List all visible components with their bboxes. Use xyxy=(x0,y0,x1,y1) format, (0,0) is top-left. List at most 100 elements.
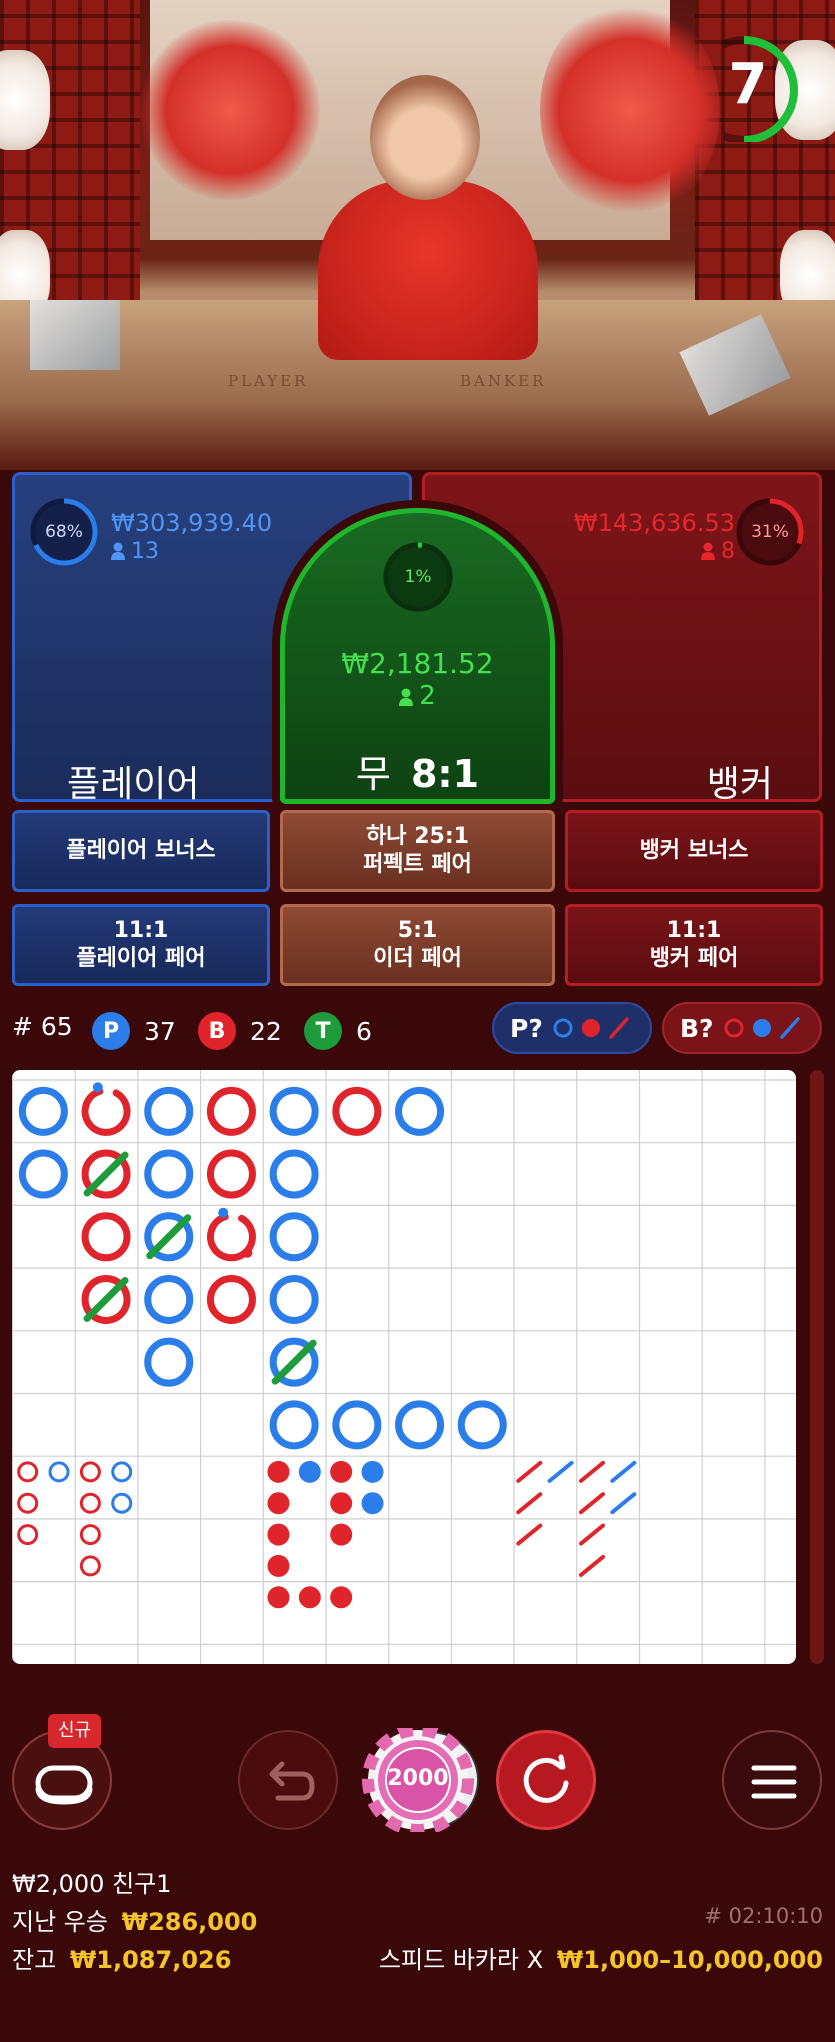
either-pair-button[interactable]: 5:1 이더 페어 xyxy=(280,904,555,986)
player-predict-icons xyxy=(553,1017,629,1039)
tie-label-text: 무 xyxy=(355,752,391,796)
balance: 잔고 ₩1,087,026 xyxy=(12,1940,231,1975)
banker-predict-button[interactable]: B? xyxy=(662,1002,822,1054)
dealer-head xyxy=(370,75,480,200)
blossom-left xyxy=(140,20,320,200)
player-pair-odds: 11:1 xyxy=(113,918,169,943)
round-count: # 65 xyxy=(12,1012,73,1041)
perfect-pair-button[interactable]: 하나 25:1 퍼펙트 페어 xyxy=(280,810,555,892)
either-pair-odds: 5:1 xyxy=(397,918,438,943)
tie-payout: 8:1 xyxy=(410,752,480,796)
cockroach-road-mark xyxy=(547,1460,574,1483)
banker-percent-ring: 31% xyxy=(735,497,805,567)
banker-percent: 31% xyxy=(751,522,789,542)
small-road-mark xyxy=(298,1460,321,1483)
player-pair-label: 플레이어 페어 xyxy=(76,946,206,971)
big-road-mark xyxy=(206,1149,256,1199)
big-road-mark xyxy=(18,1149,68,1199)
tie-bet-spot[interactable]: 1% ₩2,181.52 2 무 8:1 xyxy=(280,508,555,804)
table-banker-text: BANKER xyxy=(460,372,547,390)
player-bettor-number: 13 xyxy=(131,539,159,564)
current-bet-info: ₩2,000 친구1 xyxy=(12,1870,172,1898)
scoreboard-scrollbar[interactable] xyxy=(810,1070,824,1664)
player-wins-stat: P 37 xyxy=(92,1012,176,1050)
last-win-value: ₩286,000 xyxy=(121,1908,258,1936)
person-icon xyxy=(399,688,414,706)
banker-pair-odds: 11:1 xyxy=(666,918,722,943)
perfect-pair-odds: 하나 25:1 xyxy=(366,824,469,849)
banker-pair-label: 뱅커 페어 xyxy=(649,946,739,971)
player-label: 플레이어 xyxy=(67,764,200,805)
big-road-pair-dot xyxy=(242,1247,253,1258)
player-total-bet: ₩303,939.40 xyxy=(111,509,273,537)
undo-button[interactable] xyxy=(238,1730,338,1830)
big-eye-road-mark xyxy=(79,1555,101,1577)
big-eye-road-mark xyxy=(17,1524,39,1546)
player-percent-ring: 68% xyxy=(29,497,99,567)
person-icon xyxy=(111,542,125,560)
big-road-mark xyxy=(269,1400,319,1450)
small-road-mark xyxy=(330,1586,353,1609)
banker-bonus-button[interactable]: 뱅커 보너스 xyxy=(565,810,823,892)
banker-pair-button[interactable]: 11:1 뱅커 페어 xyxy=(565,904,823,986)
big-road-mark xyxy=(395,1086,445,1136)
big-road-mark xyxy=(144,1149,194,1199)
big-eye-road-mark xyxy=(79,1461,101,1483)
tie-bettor-count: 2 xyxy=(285,681,550,711)
menu-button[interactable] xyxy=(722,1730,822,1830)
card-shoe xyxy=(30,300,120,370)
countdown-timer: 7 xyxy=(690,34,800,144)
repeat-icon xyxy=(523,1754,569,1803)
banker-predict-label: B? xyxy=(680,1013,714,1043)
last-win-label: 지난 우승 xyxy=(12,1908,108,1936)
big-road-mark xyxy=(144,1086,194,1136)
tie-percent-ring: 1% xyxy=(382,541,454,613)
player-wins-count: 37 xyxy=(144,1016,176,1046)
cockroach-road-mark xyxy=(578,1554,605,1577)
player-predict-button[interactable]: P? xyxy=(492,1002,652,1054)
big-eye-road-mark xyxy=(111,1461,133,1483)
banker-predict-icons xyxy=(724,1017,800,1039)
player-pair-button[interactable]: 11:1 플레이어 페어 xyxy=(12,904,270,986)
big-road-pair-dot xyxy=(92,1082,103,1093)
cockroach-road-mark xyxy=(516,1523,543,1546)
person-icon xyxy=(701,542,715,560)
banker-bonus-label: 뱅커 보너스 xyxy=(639,838,749,863)
lantern-left xyxy=(0,50,50,150)
cockroach-road-mark xyxy=(578,1492,605,1515)
game-name: 스피드 바카라 X xyxy=(378,1946,544,1974)
chip-selector[interactable]: 2000 xyxy=(350,1724,486,1836)
cockroach-road-mark xyxy=(610,1492,637,1515)
big-road-mark xyxy=(269,1212,319,1262)
banker-total-bet: ₩143,636.53 xyxy=(573,509,735,537)
big-eye-road-mark xyxy=(79,1524,101,1546)
main-bet-area: 68% ₩303,939.40 13 플레이어 31% ₩143,636.53 … xyxy=(0,462,835,822)
banker-bettor-number: 8 xyxy=(721,539,735,564)
timer-seconds: 7 xyxy=(728,52,768,117)
big-road-mark xyxy=(144,1337,194,1387)
last-win: 지난 우승 ₩286,000 xyxy=(12,1902,257,1937)
table-limits: ₩1,000–10,000,000 xyxy=(556,1946,823,1974)
big-road-mark xyxy=(332,1086,382,1136)
shoe-statistics: # 65 P 37 B 22 T 6 P? B? xyxy=(12,1000,823,1056)
cockroach-road-mark xyxy=(610,1460,637,1483)
big-road-mark xyxy=(144,1274,194,1324)
big-eye-road-mark xyxy=(79,1492,101,1514)
big-road-mark xyxy=(206,1274,256,1324)
big-road-mark xyxy=(269,1149,319,1199)
tie-total-bet: ₩2,181.52 xyxy=(341,647,494,680)
big-road-pair-dot xyxy=(218,1207,229,1218)
scoreboard-roads[interactable] xyxy=(12,1070,796,1664)
player-bonus-button[interactable]: 플레이어 보너스 xyxy=(12,810,270,892)
cockroach-road-mark xyxy=(516,1460,543,1483)
either-pair-label: 이더 페어 xyxy=(373,946,462,971)
roadmap-grid xyxy=(12,1070,796,1664)
hamburger-menu-icon xyxy=(751,1765,797,1799)
small-road-mark xyxy=(361,1492,384,1515)
big-eye-road-mark xyxy=(111,1492,133,1514)
small-road-mark xyxy=(267,1554,290,1577)
tie-bettor-number: 2 xyxy=(419,681,436,711)
live-video-stream: PLAYER BANKER 7 xyxy=(0,0,835,470)
big-road-mark xyxy=(81,1212,131,1262)
repeat-button[interactable] xyxy=(496,1730,596,1830)
